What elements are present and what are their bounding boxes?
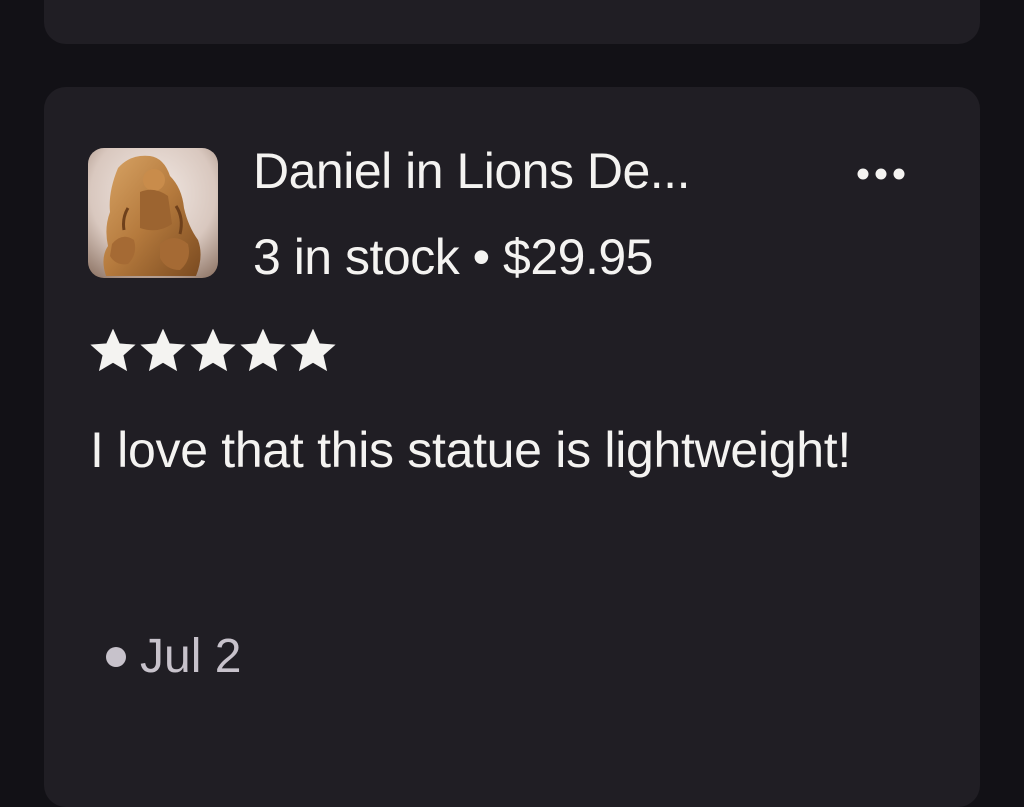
review-date-row: Jul 2 xyxy=(106,627,241,687)
star-rating xyxy=(90,329,336,373)
star-icon xyxy=(90,329,136,372)
product-thumbnail[interactable] xyxy=(88,148,218,278)
star-icon xyxy=(140,329,186,372)
bullet-dot xyxy=(106,647,126,667)
star-icon xyxy=(290,329,336,372)
review-date: Jul 2 xyxy=(140,630,242,683)
more-options-button[interactable] xyxy=(846,149,916,199)
separator-dot: • xyxy=(472,229,491,285)
star-icon xyxy=(240,329,286,372)
stock-count: 3 in stock xyxy=(253,229,460,285)
previous-review-card xyxy=(44,0,980,44)
stock-and-price: 3 in stock • $29.95 xyxy=(253,227,653,287)
review-text: I love that this statue is lightweight! xyxy=(90,422,851,478)
price: $29.95 xyxy=(503,229,653,285)
more-horizontal-icon xyxy=(857,168,905,180)
review-card: Daniel in Lions De... 3 in stock • $29.9… xyxy=(44,87,980,807)
star-icon xyxy=(190,329,236,372)
statue-image xyxy=(88,148,218,278)
product-title[interactable]: Daniel in Lions De... xyxy=(253,141,690,201)
